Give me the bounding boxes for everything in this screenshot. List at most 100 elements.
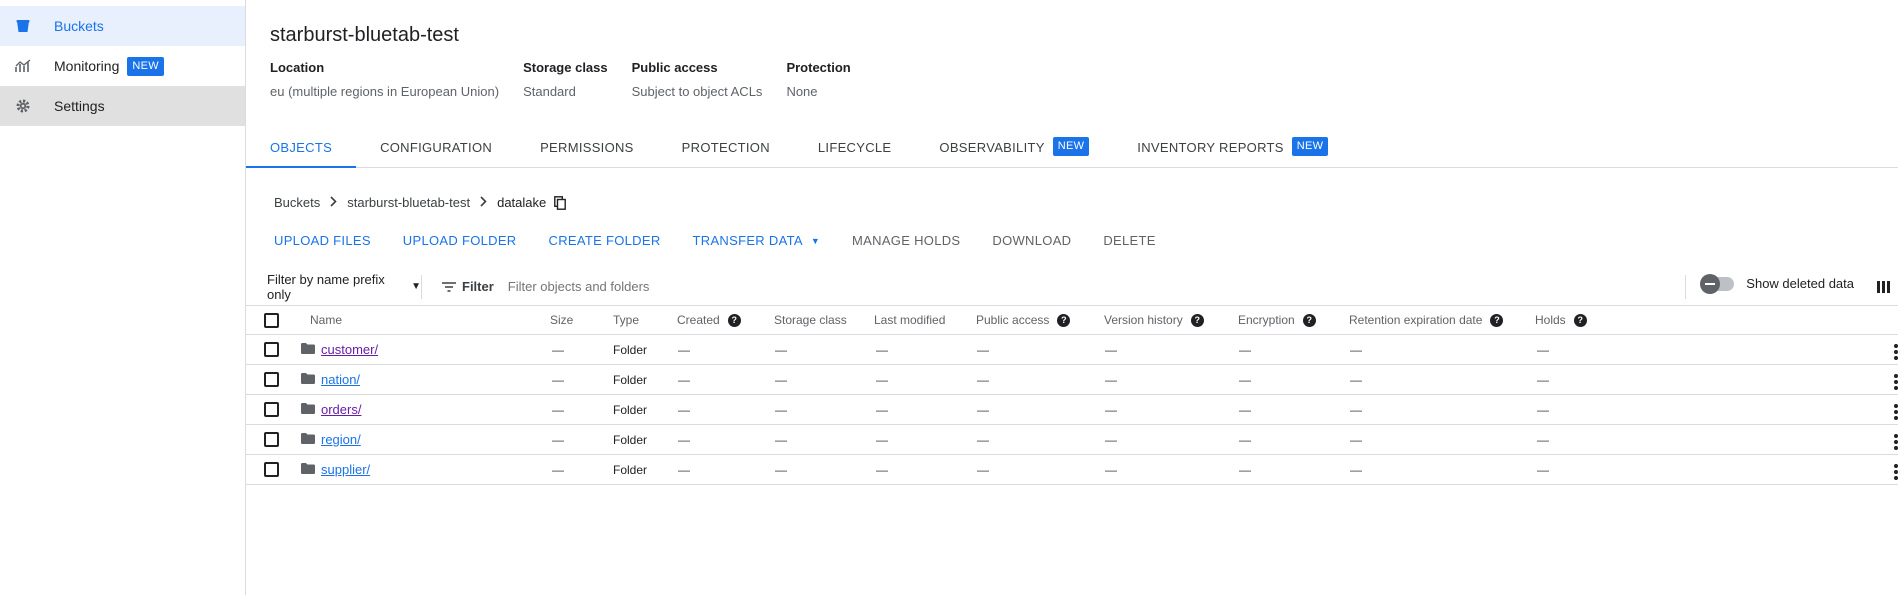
table-row[interactable]: customer/ — Folder — — — — — — — — [246, 335, 1898, 365]
table-row[interactable]: orders/ — Folder — — — — — — — — [246, 395, 1898, 425]
new-badge: NEW [127, 56, 164, 76]
tab-protection[interactable]: PROTECTION [658, 136, 794, 167]
column-header-last-modified[interactable]: Last modified [874, 306, 945, 334]
property-storage-class: Storage class Standard [523, 60, 608, 99]
column-header-size[interactable]: Size [550, 306, 573, 334]
property-value: None [786, 84, 818, 99]
column-display-icon[interactable] [1877, 280, 1890, 298]
filter-button[interactable]: Filter [442, 279, 494, 294]
main-content: starburst-bluetab-test Location eu (mult… [246, 0, 1898, 595]
folder-link[interactable]: orders/ [321, 402, 361, 417]
divider [1685, 275, 1686, 299]
folder-icon [301, 402, 315, 417]
delete-button[interactable]: DELETE [1087, 231, 1171, 250]
sidebar-item-buckets[interactable]: Buckets [0, 6, 245, 46]
select-all-checkbox-cell [264, 306, 279, 334]
toggle-switch[interactable] [1700, 273, 1735, 294]
tab-configuration[interactable]: CONFIGURATION [356, 136, 516, 167]
tab-inventory-reports[interactable]: INVENTORY REPORTS NEW [1113, 136, 1352, 167]
size-cell: — [552, 402, 564, 417]
row-checkbox[interactable] [264, 462, 279, 477]
upload-folder-button[interactable]: UPLOAD FOLDER [387, 231, 533, 250]
show-deleted-label: Show deleted data [1746, 276, 1854, 291]
column-header-storage-class[interactable]: Storage class [774, 306, 847, 334]
retention-cell: — [1350, 462, 1362, 477]
table-body: customer/ — Folder — — — — — — — — natio… [246, 335, 1898, 485]
folder-link[interactable]: supplier/ [321, 462, 370, 477]
row-checkbox[interactable] [264, 372, 279, 387]
sidebar-item-monitoring[interactable]: Monitoring NEW [0, 46, 245, 86]
column-header-label: Created [677, 313, 720, 327]
help-icon[interactable]: ? [727, 313, 741, 327]
gear-icon [14, 97, 32, 115]
help-icon[interactable]: ? [1573, 313, 1587, 327]
tab-permissions[interactable]: PERMISSIONS [516, 136, 658, 167]
download-button[interactable]: DOWNLOAD [976, 231, 1087, 250]
row-checkbox[interactable] [264, 402, 279, 417]
sidebar-item-settings[interactable]: Settings [0, 86, 245, 126]
transfer-data-button[interactable]: TRANSFER DATA ▼ [677, 231, 837, 250]
help-icon[interactable]: ? [1057, 313, 1071, 327]
more-options-icon[interactable] [1894, 434, 1898, 450]
copy-icon[interactable] [554, 195, 568, 210]
more-options-icon[interactable] [1894, 344, 1898, 360]
folder-icon [301, 432, 315, 447]
column-header-encryption[interactable]: Encryption? [1238, 306, 1316, 334]
column-header-label: Retention expiration date [1349, 313, 1483, 327]
help-icon[interactable]: ? [1490, 313, 1504, 327]
column-header-label: Encryption [1238, 313, 1295, 327]
filter-input[interactable] [505, 278, 906, 295]
column-header-holds[interactable]: Holds? [1535, 306, 1587, 334]
divider [421, 274, 422, 299]
help-icon[interactable]: ? [1302, 313, 1316, 327]
column-header-label: Holds [1535, 313, 1566, 327]
tab-observability[interactable]: OBSERVABILITY NEW [915, 136, 1113, 167]
more-options-icon[interactable] [1894, 404, 1898, 420]
bucket-properties: Location eu (multiple regions in Europea… [270, 60, 875, 99]
property-public-access: Public access Subject to object ACLs [632, 60, 763, 99]
name-cell: orders/ [301, 395, 361, 424]
name-cell: nation/ [301, 365, 360, 394]
table-row[interactable]: region/ — Folder — — — — — — — — [246, 425, 1898, 455]
size-cell: — [552, 432, 564, 447]
storage-class-cell: — [775, 402, 787, 417]
column-header-label: Version history [1104, 313, 1183, 327]
create-folder-button[interactable]: CREATE FOLDER [533, 231, 677, 250]
table-row[interactable]: supplier/ — Folder — — — — — — — — [246, 455, 1898, 485]
tab-label: OBJECTS [270, 140, 333, 155]
tab-lifecycle[interactable]: LIFECYCLE [794, 136, 916, 167]
tab-objects[interactable]: OBJECTS [246, 136, 357, 168]
column-header-retention[interactable]: Retention expiration date? [1349, 306, 1504, 334]
upload-files-button[interactable]: UPLOAD FILES [258, 231, 387, 250]
table-row[interactable]: nation/ — Folder — — — — — — — — [246, 365, 1898, 395]
holds-cell: — [1537, 432, 1549, 447]
folder-link[interactable]: region/ [321, 432, 361, 447]
row-checkbox[interactable] [264, 432, 279, 447]
manage-holds-button[interactable]: MANAGE HOLDS [836, 231, 976, 250]
help-icon[interactable]: ? [1190, 313, 1204, 327]
column-header-type[interactable]: Type [613, 306, 639, 334]
breadcrumb-bucket[interactable]: starburst-bluetab-test [347, 195, 470, 210]
column-header-version-history[interactable]: Version history? [1104, 306, 1204, 334]
more-options-icon[interactable] [1894, 374, 1898, 390]
more-options-icon[interactable] [1894, 464, 1898, 480]
folder-link[interactable]: customer/ [321, 342, 378, 357]
select-all-checkbox[interactable] [264, 312, 279, 328]
folder-link[interactable]: nation/ [321, 372, 360, 387]
encryption-cell: — [1239, 402, 1251, 417]
row-checkbox[interactable] [264, 342, 279, 357]
filter-mode-select[interactable]: Filter by name prefix only ▼ [246, 272, 421, 302]
property-value: Standard [523, 84, 576, 99]
last-modified-cell: — [876, 402, 888, 417]
action-toolbar: UPLOAD FILES UPLOAD FOLDER CREATE FOLDER… [258, 231, 1172, 250]
row-checkbox-cell [264, 365, 279, 394]
column-header-name[interactable]: Name [310, 306, 342, 334]
column-header-public-access[interactable]: Public access? [976, 306, 1071, 334]
show-deleted-toggle[interactable]: Show deleted data [1700, 273, 1854, 294]
toggle-knob [1700, 273, 1721, 294]
public-access-cell: — [977, 402, 989, 417]
column-header-created[interactable]: Created? [677, 306, 741, 334]
encryption-cell: — [1239, 342, 1251, 357]
breadcrumb-buckets[interactable]: Buckets [274, 195, 320, 210]
public-access-cell: — [977, 462, 989, 477]
